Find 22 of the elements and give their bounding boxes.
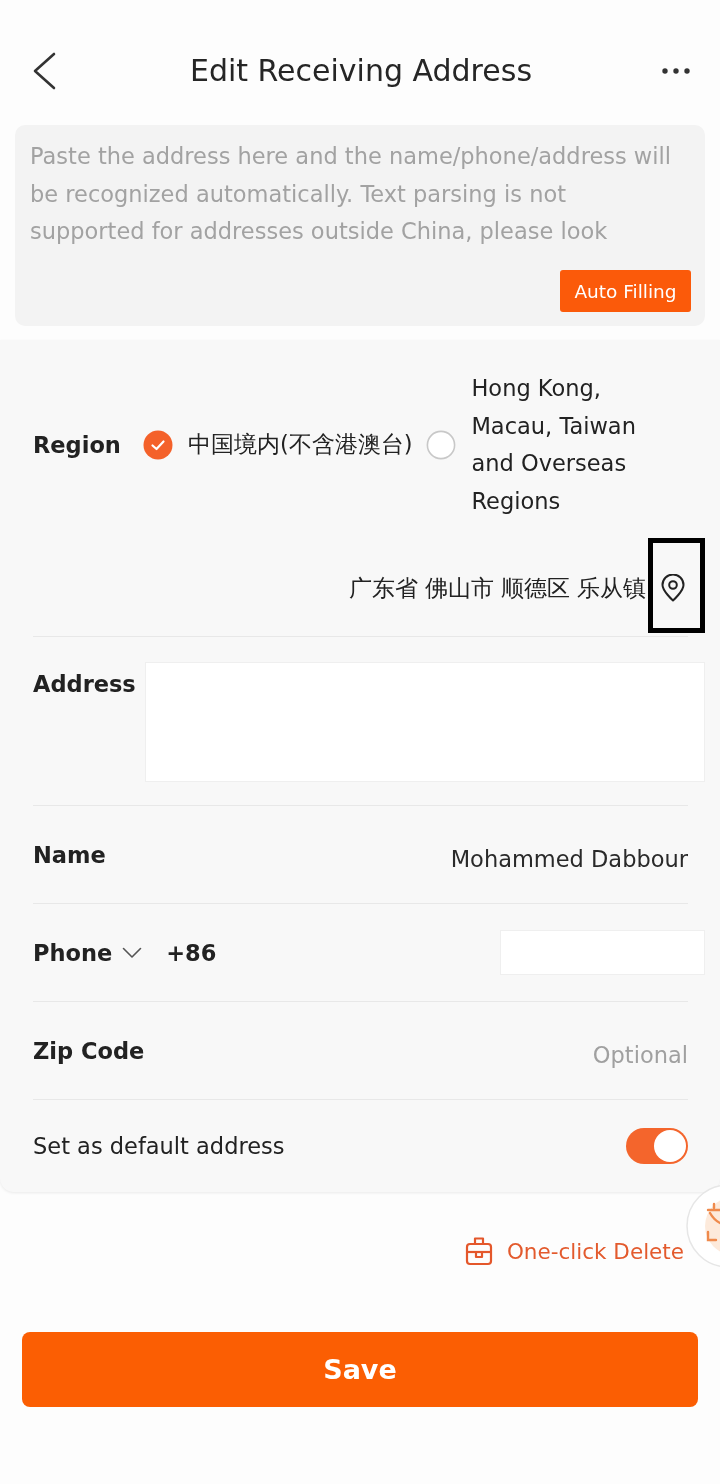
page-title: Edit Receiving Address <box>190 52 532 90</box>
radio-button[interactable] <box>142 430 173 460</box>
field-label: Phone <box>33 938 113 968</box>
more-icon[interactable] <box>662 68 690 74</box>
text-input[interactable]: Optional <box>144 1037 688 1072</box>
text-input[interactable]: Mohammed Dabbour <box>105 841 688 876</box>
toggle-switch[interactable] <box>626 1128 688 1164</box>
field-label: Region <box>33 431 121 460</box>
radio-label[interactable]: 中国境内(不含港澳台) <box>187 426 413 464</box>
toggle-label: Set as default address <box>33 1132 285 1161</box>
country-code[interactable]: +86 <box>166 937 217 968</box>
back-icon[interactable] <box>32 52 56 90</box>
chevron-down-icon[interactable] <box>122 946 143 959</box>
radio-label[interactable]: Hong Kong, Macau, Taiwan and Overseas Regions <box>471 370 662 520</box>
region-location-value[interactable]: 广东省 佛山市 顺德区 乐从镇 <box>348 573 646 603</box>
field-label: Zip Code <box>33 1036 145 1066</box>
toolbox-icon <box>464 1236 493 1266</box>
field-label: Name <box>33 840 106 870</box>
radio-button[interactable] <box>426 430 457 460</box>
one-click-delete-button[interactable]: One-click Delete <box>464 1231 684 1271</box>
field-label: Address <box>33 670 137 699</box>
location-pin-icon[interactable] <box>660 574 686 602</box>
